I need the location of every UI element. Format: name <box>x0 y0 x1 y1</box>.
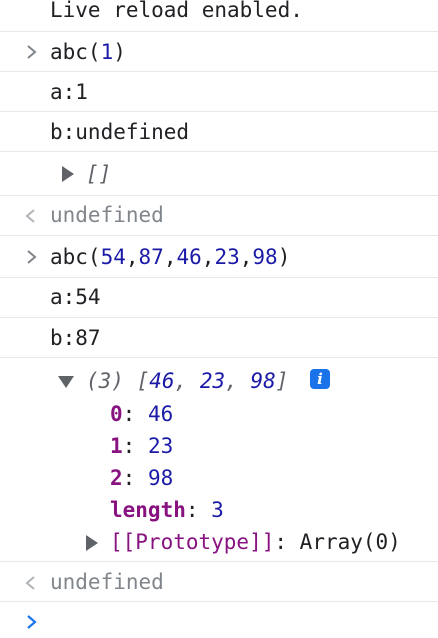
triangle-right-icon[interactable] <box>62 166 74 182</box>
log-text: b:undefined <box>50 120 190 144</box>
console-log-row: b:87 <box>0 318 438 358</box>
console-message-row: Live reload enabled. <box>0 0 438 32</box>
input-command: abc(1) <box>50 40 126 64</box>
console-log-row[interactable]: [] <box>0 152 438 196</box>
array-length: length: 3 <box>110 498 224 522</box>
log-text: b:87 <box>50 326 101 350</box>
console-result-row: undefined <box>0 562 438 602</box>
triangle-down-icon[interactable] <box>58 376 74 388</box>
console-log-row: a:54 <box>0 278 438 318</box>
chevron-left-icon <box>25 576 35 590</box>
array-preview[interactable]: (3) [46, 23, 98] <box>86 367 288 395</box>
array-property: 2: 98 <box>110 466 174 490</box>
console-result-row: undefined <box>0 196 438 236</box>
console-log-row: b:undefined <box>0 112 438 152</box>
console-log-row: a:1 <box>0 72 438 112</box>
result-text: undefined <box>50 203 164 227</box>
console-input-row[interactable]: abc(1) <box>0 32 438 72</box>
chevron-right-icon <box>27 250 37 264</box>
chevron-left-icon <box>25 209 35 223</box>
prototype-entry[interactable]: [[Prototype]]: Array(0) <box>110 528 401 556</box>
result-text: undefined <box>50 570 164 594</box>
chevron-right-icon <box>27 45 37 59</box>
array-property: 1: 23 <box>110 434 174 458</box>
console-log-row[interactable]: (3) [46, 23, 98] i 0: 46 1: 23 2: 98 len… <box>0 358 438 562</box>
console-input-row[interactable]: abc(54,87,46,23,98) <box>0 236 438 278</box>
empty-array-preview[interactable]: [] <box>86 160 111 188</box>
triangle-right-icon[interactable] <box>86 535 98 551</box>
chevron-right-icon <box>27 615 37 629</box>
reload-message: Live reload enabled. <box>50 0 303 22</box>
log-text: a:54 <box>50 285 101 309</box>
input-command: abc(54,87,46,23,98) <box>50 245 291 269</box>
array-property: 0: 46 <box>110 402 174 426</box>
info-icon[interactable]: i <box>310 369 330 389</box>
log-text: a:1 <box>50 80 88 104</box>
console-prompt[interactable] <box>0 602 438 638</box>
